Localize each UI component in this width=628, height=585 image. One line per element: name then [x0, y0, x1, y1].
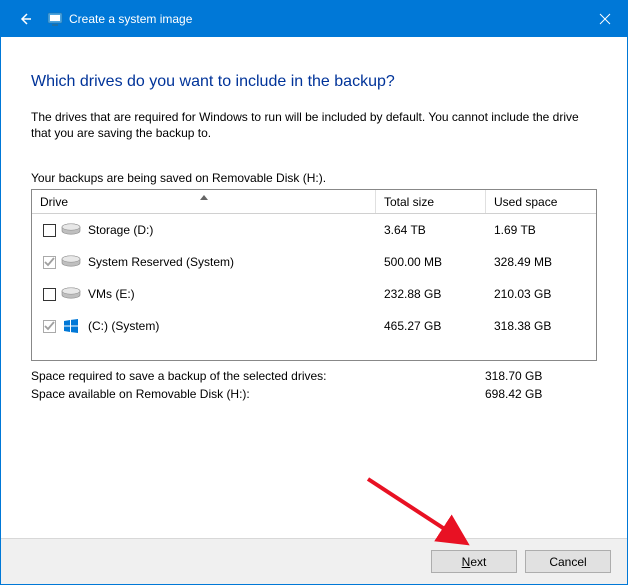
column-header-used-label: Used space	[494, 195, 557, 209]
drive-checkbox[interactable]	[43, 224, 56, 237]
page-heading: Which drives do you want to include in t…	[31, 73, 597, 91]
back-button[interactable]	[11, 5, 39, 33]
app-icon	[47, 11, 63, 27]
drive-checkbox	[43, 256, 56, 269]
drive-total-size: 232.88 GB	[376, 287, 486, 301]
space-required-label: Space required to save a backup of the s…	[31, 369, 327, 383]
arrow-left-icon	[17, 11, 33, 27]
table-row: VMs (E:)232.88 GB210.03 GB	[32, 278, 596, 310]
drive-used-space: 210.03 GB	[486, 287, 596, 301]
next-button[interactable]: Next	[431, 550, 517, 573]
table-row: (C:) (System)465.27 GB318.38 GB	[32, 310, 596, 342]
close-button[interactable]	[582, 1, 627, 37]
space-required-value: 318.70 GB	[485, 369, 595, 383]
titlebar: Create a system image	[1, 1, 627, 37]
drive-used-space: 328.49 MB	[486, 255, 596, 269]
windows-drive-icon	[58, 318, 84, 334]
button-bar: Next Cancel	[1, 538, 627, 584]
next-button-label-rest: ext	[470, 555, 486, 569]
drive-total-size: 3.64 TB	[376, 223, 486, 237]
drive-checkbox	[43, 320, 56, 333]
sort-indicator-icon	[200, 189, 208, 203]
drive-name: (C:) (System)	[84, 319, 376, 333]
drive-used-space: 1.69 TB	[486, 223, 596, 237]
window-title: Create a system image	[69, 12, 192, 26]
space-available-value: 698.42 GB	[485, 387, 595, 401]
drive-icon	[58, 287, 84, 301]
drive-total-size: 500.00 MB	[376, 255, 486, 269]
column-header-used[interactable]: Used space	[486, 190, 596, 213]
table-header: Drive Total size Used space	[32, 190, 596, 214]
column-header-total-label: Total size	[384, 195, 434, 209]
drive-total-size: 465.27 GB	[376, 319, 486, 333]
drive-icon	[58, 255, 84, 269]
column-header-drive-label: Drive	[40, 195, 68, 209]
column-header-total[interactable]: Total size	[376, 190, 486, 213]
space-available-label: Space available on Removable Disk (H:):	[31, 387, 250, 401]
page-description: The drives that are required for Windows…	[31, 109, 597, 141]
drive-name: Storage (D:)	[84, 223, 376, 237]
table-row: System Reserved (System)500.00 MB328.49 …	[32, 246, 596, 278]
drive-icon	[58, 223, 84, 237]
close-icon	[599, 13, 611, 25]
drive-name: System Reserved (System)	[84, 255, 376, 269]
drive-table: Drive Total size Used space Storage (D:)…	[31, 189, 597, 361]
space-summary: Space required to save a backup of the s…	[31, 367, 597, 403]
table-row: Storage (D:)3.64 TB1.69 TB	[32, 214, 596, 246]
drive-used-space: 318.38 GB	[486, 319, 596, 333]
drive-name: VMs (E:)	[84, 287, 376, 301]
column-header-drive[interactable]: Drive	[32, 190, 376, 213]
drive-checkbox[interactable]	[43, 288, 56, 301]
cancel-button[interactable]: Cancel	[525, 550, 611, 573]
saving-destination-label: Your backups are being saved on Removabl…	[31, 171, 597, 185]
wizard-page: Which drives do you want to include in t…	[1, 37, 627, 403]
